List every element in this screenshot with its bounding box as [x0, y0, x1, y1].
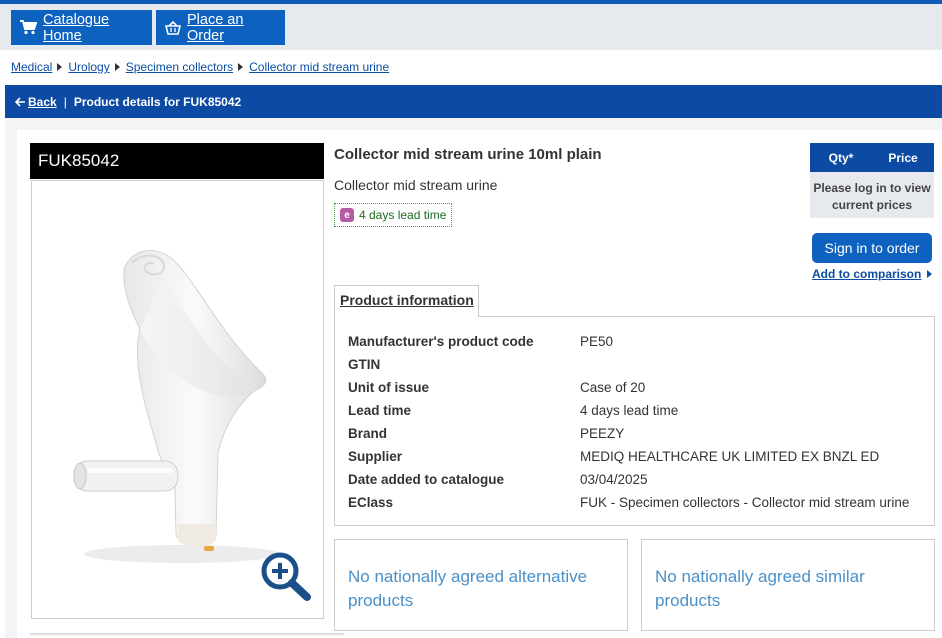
price-header: Qty* Price	[810, 143, 934, 172]
similar-products-message: No nationally agreed similar products	[655, 567, 865, 610]
shopping-cart-icon	[20, 20, 37, 35]
login-to-view-prices-message: Please log in to view current prices	[813, 181, 931, 212]
alternative-products-box: No nationally agreed alternative product…	[334, 539, 628, 631]
price-header-label: Price	[888, 150, 918, 165]
breadcrumb: Medical Urology Specimen collectors Coll…	[11, 60, 389, 74]
title-divider: |	[63, 94, 67, 109]
breadcrumb-medical[interactable]: Medical	[11, 60, 52, 74]
add-to-comparison-link[interactable]: Add to comparison	[812, 267, 933, 281]
product-image-frame	[31, 180, 324, 619]
qty-header: Qty*	[828, 150, 854, 165]
basket-icon	[165, 20, 181, 35]
sign-in-to-order-button[interactable]: Sign in to order	[812, 233, 932, 263]
product-subtitle: Collector mid stream urine	[334, 177, 498, 193]
zoom-in-icon[interactable]	[260, 551, 312, 601]
back-label: Back	[28, 94, 57, 109]
info-key: Manufacturer's product code	[348, 334, 534, 349]
place-order-button[interactable]: Place an Order	[156, 10, 285, 45]
lead-time-badge: e 4 days lead time	[334, 203, 453, 227]
back-link[interactable]: Back	[15, 95, 57, 109]
arrow-right-icon	[927, 270, 933, 278]
catalogue-home-button[interactable]: Catalogue Home	[11, 10, 152, 45]
catalogue-home-label: Catalogue Home	[43, 11, 110, 44]
info-value: 4 days lead time	[580, 403, 679, 418]
info-key: GTIN	[348, 357, 381, 372]
breadcrumb-separator-icon	[238, 63, 244, 71]
page-title: Product details for FUK85042	[73, 94, 242, 109]
breadcrumb-separator-icon	[57, 63, 63, 71]
arrow-left-icon	[15, 96, 25, 107]
similar-products-box: No nationally agreed similar products	[641, 539, 935, 631]
tab-product-information[interactable]: Product information	[334, 285, 479, 317]
breadcrumb-collector-mid-stream[interactable]: Collector mid stream urine	[249, 60, 389, 74]
breadcrumb-urology[interactable]: Urology	[68, 60, 109, 74]
top-navigation: Catalogue Home Place an Order	[0, 4, 942, 50]
e-catalogue-icon: e	[340, 208, 354, 222]
product-title: Collector mid stream urine 10ml plain	[334, 146, 602, 163]
product-code-header: FUK85042	[30, 143, 324, 179]
info-key: EClass	[348, 495, 394, 510]
breadcrumb-separator-icon	[114, 63, 120, 71]
info-key: Brand	[348, 426, 388, 441]
info-key: Date added to catalogue	[348, 472, 505, 487]
lead-time-label: 4 days lead time	[359, 208, 447, 222]
info-value: 03/04/2025	[580, 472, 648, 487]
tab-product-information-label: Product information	[340, 292, 474, 308]
place-order-label: Place an Order	[187, 11, 244, 44]
info-value: PE50	[580, 334, 614, 349]
add-to-comparison-label: Add to comparison	[812, 267, 922, 281]
info-key: Lead time	[348, 403, 412, 418]
price-box: Qty* Price Please log in to view current…	[810, 143, 934, 218]
info-key: Supplier	[348, 449, 403, 464]
breadcrumb-specimen-collectors[interactable]: Specimen collectors	[126, 60, 233, 74]
page-title-bar: Back | Product details for FUK85042	[5, 85, 942, 118]
info-value: Case of 20	[580, 380, 646, 395]
product-information-panel: Manufacturer's product code PE50 GTIN Un…	[334, 316, 935, 526]
alternative-products-message: No nationally agreed alternative product…	[348, 567, 588, 610]
image-divider	[30, 633, 344, 635]
info-key: Unit of issue	[348, 380, 430, 395]
info-value: FUK - Specimen collectors - Collector mi…	[580, 495, 910, 510]
info-value: PEEZY	[580, 426, 625, 441]
info-value: MEDIQ HEALTHCARE UK LIMITED EX BNZL ED	[580, 449, 880, 464]
